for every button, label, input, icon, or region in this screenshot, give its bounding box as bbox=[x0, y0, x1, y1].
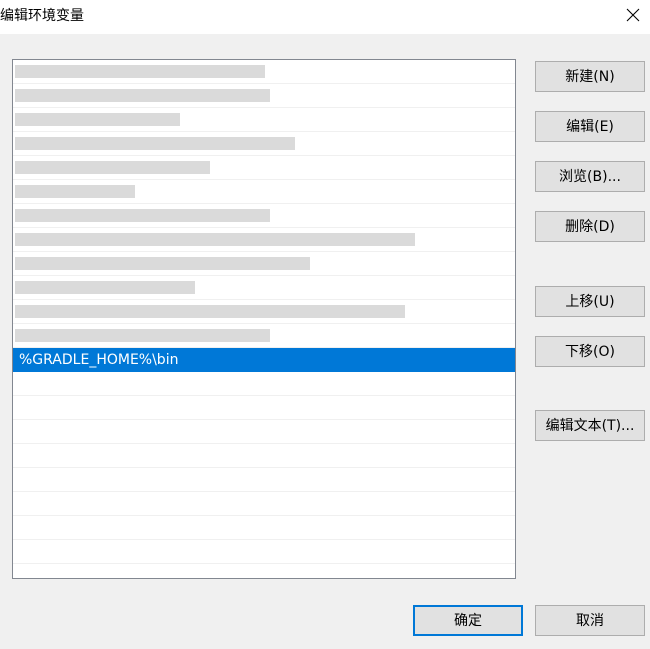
list-item-redacted[interactable] bbox=[13, 300, 515, 324]
edit-text-button[interactable]: 编辑文本(T)... bbox=[535, 410, 645, 441]
redacted-text bbox=[15, 185, 135, 198]
redacted-text bbox=[15, 137, 295, 150]
list-item-empty[interactable] bbox=[13, 468, 515, 492]
ok-button[interactable]: 确定 bbox=[413, 605, 523, 636]
list-item-empty[interactable] bbox=[13, 492, 515, 516]
move-down-button[interactable]: 下移(O) bbox=[535, 336, 645, 367]
redacted-text bbox=[15, 305, 405, 318]
redacted-text bbox=[15, 233, 415, 246]
edit-button[interactable]: 编辑(E) bbox=[535, 111, 645, 142]
list-item-redacted[interactable] bbox=[13, 132, 515, 156]
list-item-empty[interactable] bbox=[13, 540, 515, 564]
list-item-empty[interactable] bbox=[13, 420, 515, 444]
list-item-empty[interactable] bbox=[13, 444, 515, 468]
close-icon bbox=[626, 8, 640, 22]
list-item-redacted[interactable] bbox=[13, 276, 515, 300]
close-button[interactable] bbox=[616, 0, 650, 30]
redacted-text bbox=[15, 161, 210, 174]
list-item-redacted[interactable] bbox=[13, 156, 515, 180]
list-item-empty[interactable] bbox=[13, 372, 515, 396]
list-item-redacted[interactable] bbox=[13, 60, 515, 84]
redacted-text bbox=[15, 329, 270, 342]
redacted-text bbox=[15, 65, 265, 78]
list-item-redacted[interactable] bbox=[13, 228, 515, 252]
path-entries-list[interactable]: %GRADLE_HOME%\bin bbox=[12, 59, 516, 579]
list-item-redacted[interactable] bbox=[13, 324, 515, 348]
list-item-empty[interactable] bbox=[13, 396, 515, 420]
list-item-empty[interactable] bbox=[13, 516, 515, 540]
list-item-redacted[interactable] bbox=[13, 204, 515, 228]
list-item-redacted[interactable] bbox=[13, 108, 515, 132]
move-up-button[interactable]: 上移(U) bbox=[535, 286, 645, 317]
redacted-text bbox=[15, 257, 310, 270]
delete-button[interactable]: 删除(D) bbox=[535, 211, 645, 242]
cancel-button[interactable]: 取消 bbox=[535, 605, 645, 636]
redacted-text bbox=[15, 113, 180, 126]
list-item-redacted[interactable] bbox=[13, 84, 515, 108]
browse-button[interactable]: 浏览(B)... bbox=[535, 161, 645, 192]
new-button[interactable]: 新建(N) bbox=[535, 61, 645, 92]
window-title: 编辑环境变量 bbox=[0, 8, 84, 24]
redacted-text bbox=[15, 281, 195, 294]
list-item-redacted[interactable] bbox=[13, 252, 515, 276]
redacted-text bbox=[15, 209, 270, 222]
selected-path-value: %GRADLE_HOME%\bin bbox=[19, 352, 179, 368]
redacted-text bbox=[15, 89, 270, 102]
title-bar: 编辑环境变量 bbox=[0, 0, 650, 34]
list-item-redacted[interactable] bbox=[13, 180, 515, 204]
list-item-selected[interactable]: %GRADLE_HOME%\bin bbox=[13, 348, 515, 372]
